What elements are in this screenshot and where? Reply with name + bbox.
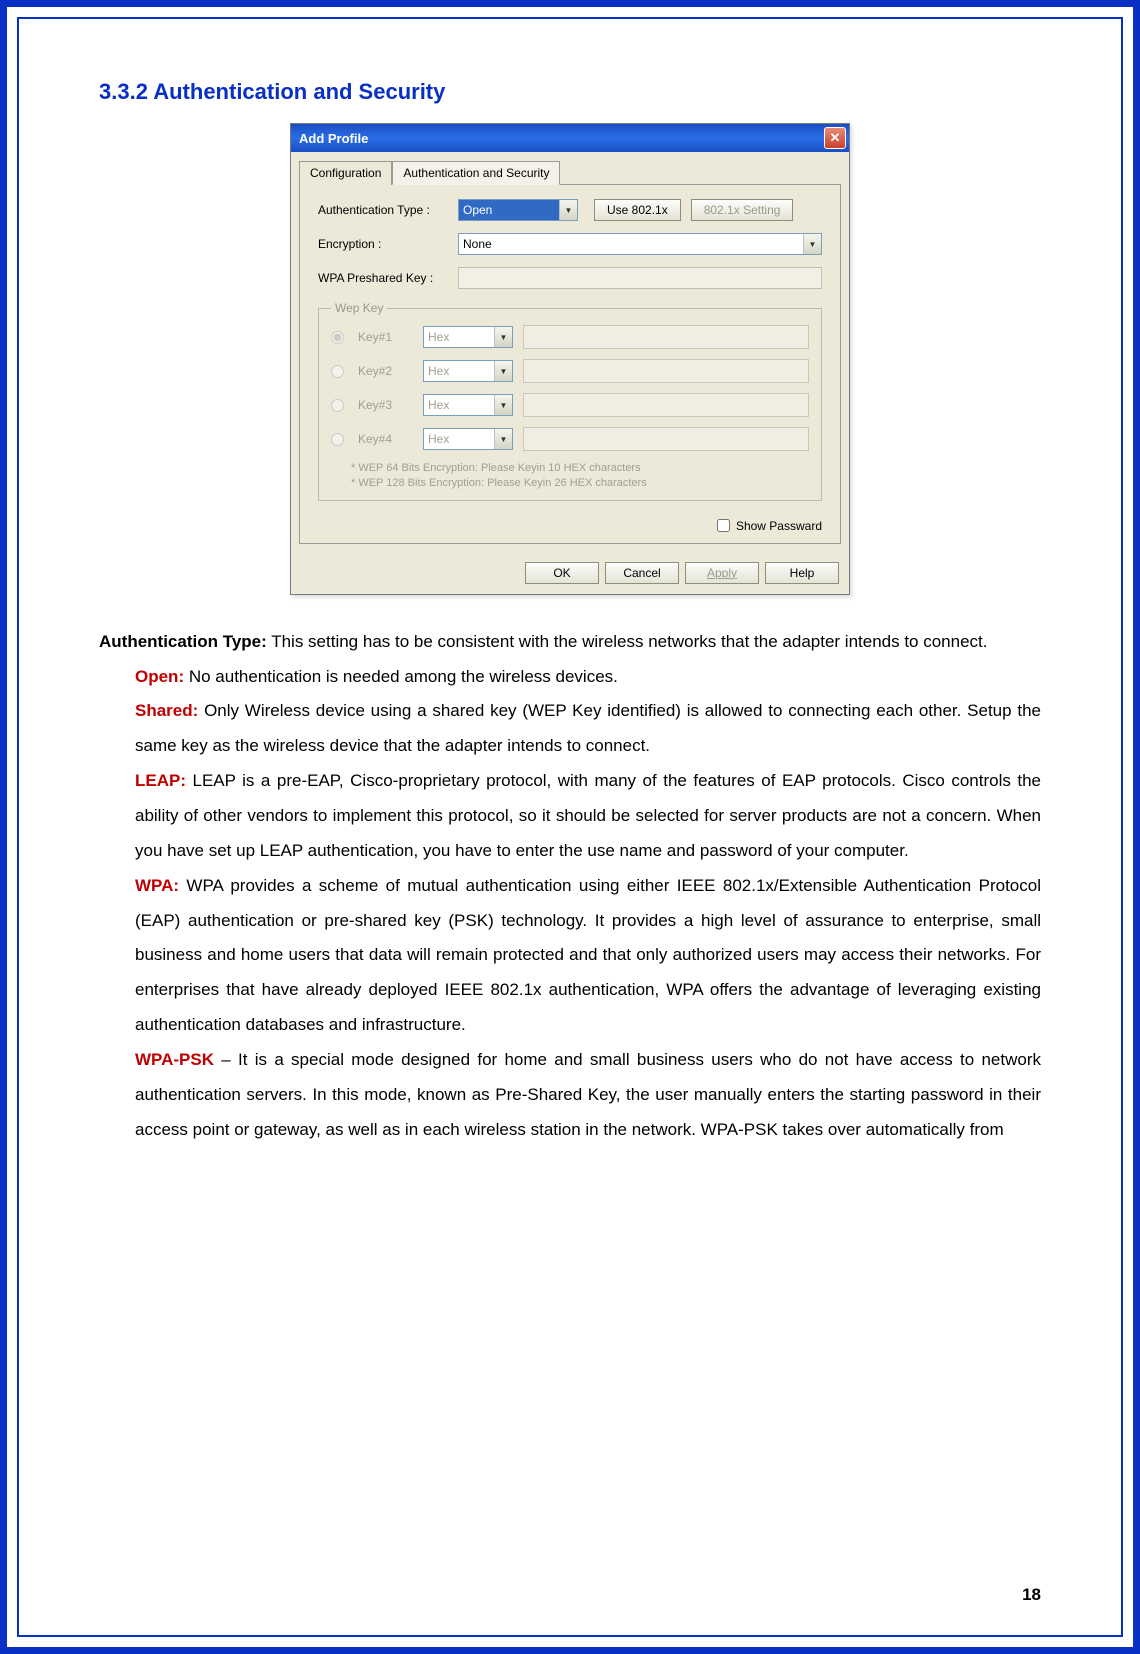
show-password-checkbox[interactable] [717,519,730,532]
chevron-down-icon: ▼ [494,429,512,449]
wep-key2-input[interactable] [523,359,809,383]
help-button[interactable]: Help [765,562,839,584]
show-password-label: Show Passward [736,519,822,533]
chevron-down-icon: ▼ [494,395,512,415]
chevron-down-icon: ▼ [559,200,577,220]
page-number: 18 [1022,1585,1041,1605]
page-inner: 3.3.2 Authentication and Security Add Pr… [17,17,1123,1637]
para-open: Open: No authentication is needed among … [135,660,1041,695]
wpa-psk-input[interactable] [458,267,822,289]
wep-row-3: Key#3 Hex ▼ [331,393,809,417]
chevron-down-icon: ▼ [494,361,512,381]
tab-configuration[interactable]: Configuration [299,161,392,185]
titlebar: Add Profile ✕ [291,124,849,152]
wep-key1-format-select[interactable]: Hex ▼ [423,326,513,348]
wep-note: * WEP 64 Bits Encryption: Please Keyin 1… [351,461,809,492]
para-wpa: WPA: WPA provides a scheme of mutual aut… [135,869,1041,1043]
wep-key1-label: Key#1 [358,330,413,344]
wep-key2-label: Key#2 [358,364,413,378]
section-heading: 3.3.2 Authentication and Security [99,79,1041,105]
document-body: Authentication Type: This setting has to… [99,625,1041,1148]
wep-key1-input[interactable] [523,325,809,349]
wep-key3-label: Key#3 [358,398,413,412]
encryption-value: None [463,237,492,251]
para-auth-type: Authentication Type: This setting has to… [99,625,1041,660]
ok-button[interactable]: OK [525,562,599,584]
show-password-row: Show Passward [318,519,822,533]
8021x-setting-button[interactable]: 802.1x Setting [691,199,794,221]
tab-panel: Authentication Type : Open ▼ Use 802.1x … [299,184,841,544]
wep-row-2: Key#2 Hex ▼ [331,359,809,383]
para-wpa-psk: WPA-PSK – It is a special mode designed … [135,1043,1041,1148]
tab-authentication[interactable]: Authentication and Security [392,161,560,185]
row-wpa-psk: WPA Preshared Key : [318,267,822,289]
wep-key-group: Wep Key Key#1 Hex ▼ Key#2 [318,301,822,501]
para-leap: LEAP: LEAP is a pre-EAP, Cisco-proprieta… [135,764,1041,869]
wep-key4-format-select[interactable]: Hex ▼ [423,428,513,450]
cancel-button[interactable]: Cancel [605,562,679,584]
wep-key1-radio[interactable] [331,331,344,344]
wep-key3-format-select[interactable]: Hex ▼ [423,394,513,416]
button-bar: OK Cancel Apply Help [291,552,849,594]
row-auth-type: Authentication Type : Open ▼ Use 802.1x … [318,199,822,221]
wep-key4-input[interactable] [523,427,809,451]
titlebar-title: Add Profile [299,131,368,146]
wep-key3-radio[interactable] [331,399,344,412]
auth-type-value: Open [463,203,492,217]
label-encryption: Encryption : [318,237,458,251]
use-8021x-button[interactable]: Use 802.1x [594,199,681,221]
screenshot-container: Add Profile ✕ Configuration Authenticati… [99,123,1041,595]
label-wpa-psk: WPA Preshared Key : [318,271,458,285]
wep-row-1: Key#1 Hex ▼ [331,325,809,349]
wep-row-4: Key#4 Hex ▼ [331,427,809,451]
para-shared: Shared: Only Wireless device using a sha… [135,694,1041,764]
label-auth-type: Authentication Type : [318,203,458,217]
apply-button[interactable]: Apply [685,562,759,584]
page-outer: 3.3.2 Authentication and Security Add Pr… [0,0,1140,1654]
chevron-down-icon: ▼ [803,234,821,254]
wep-key4-label: Key#4 [358,432,413,446]
add-profile-dialog: Add Profile ✕ Configuration Authenticati… [290,123,850,595]
chevron-down-icon: ▼ [494,327,512,347]
auth-type-select[interactable]: Open ▼ [458,199,578,221]
wep-key2-format-select[interactable]: Hex ▼ [423,360,513,382]
encryption-select[interactable]: None ▼ [458,233,822,255]
row-encryption: Encryption : None ▼ [318,233,822,255]
wep-key2-radio[interactable] [331,365,344,378]
wep-legend: Wep Key [331,301,387,315]
close-icon[interactable]: ✕ [824,127,846,149]
wep-key4-radio[interactable] [331,433,344,446]
wep-key3-input[interactable] [523,393,809,417]
tab-row: Configuration Authentication and Securit… [291,152,849,184]
